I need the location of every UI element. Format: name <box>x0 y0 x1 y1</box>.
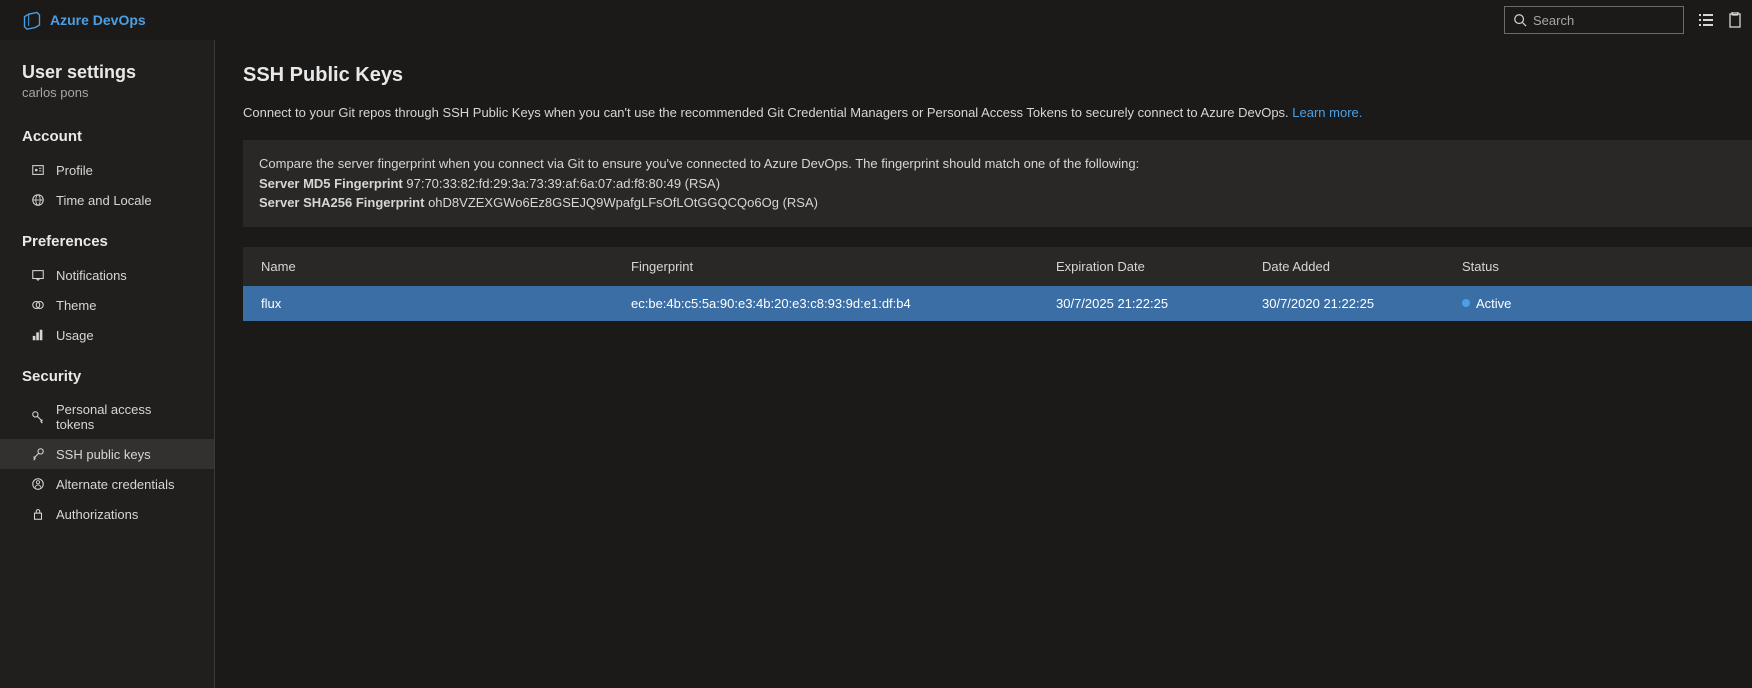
profile-icon <box>30 162 46 178</box>
sidebar-item-label: Notifications <box>56 268 127 283</box>
lock-icon <box>30 506 46 522</box>
md5-line: Server MD5 Fingerprint 97:70:33:82:fd:29… <box>259 174 1736 194</box>
status-dot-icon <box>1462 299 1470 307</box>
search-input[interactable] <box>1533 13 1709 28</box>
sidebar-item-ssh[interactable]: SSH public keys <box>0 439 214 469</box>
azure-devops-logo-icon <box>22 10 42 30</box>
th-status[interactable]: Status <box>1462 259 1734 274</box>
header-right <box>1504 6 1742 34</box>
sidebar-item-label: Personal access tokens <box>56 402 184 432</box>
sidebar-item-label: Alternate credentials <box>56 477 175 492</box>
sidebar-item-alt-creds[interactable]: Alternate credentials <box>0 469 214 499</box>
brand-name[interactable]: Azure DevOps <box>50 12 146 28</box>
sidebar-item-authorizations[interactable]: Authorizations <box>0 499 214 529</box>
list-icon[interactable] <box>1698 12 1714 28</box>
fingerprint-box: Compare the server fingerprint when you … <box>243 140 1752 227</box>
description: Connect to your Git repos through SSH Pu… <box>243 105 1752 120</box>
sidebar-item-label: Profile <box>56 163 93 178</box>
section-label-security: Security <box>0 368 214 385</box>
sidebar-username: carlos pons <box>0 85 214 100</box>
header-left: Azure DevOps <box>22 10 146 30</box>
sidebar-title: User settings <box>0 62 214 83</box>
top-header: Azure DevOps <box>0 0 1752 40</box>
th-expiration[interactable]: Expiration Date <box>1056 259 1262 274</box>
sidebar-item-label: Time and Locale <box>56 193 152 208</box>
md5-value: 97:70:33:82:fd:29:3a:73:39:af:6a:07:ad:f… <box>403 176 720 191</box>
sidebar-item-label: SSH public keys <box>56 447 151 462</box>
page-title: SSH Public Keys <box>243 64 1752 87</box>
th-name[interactable]: Name <box>261 259 631 274</box>
learn-more-link[interactable]: Learn more. <box>1292 105 1362 120</box>
td-added: 30/7/2020 21:22:25 <box>1262 296 1462 311</box>
sidebar-item-label: Authorizations <box>56 507 138 522</box>
sha256-label: Server SHA256 Fingerprint <box>259 195 424 210</box>
search-box[interactable] <box>1504 6 1684 34</box>
sha256-line: Server SHA256 Fingerprint ohD8VZEXGWo6Ez… <box>259 193 1736 213</box>
description-text: Connect to your Git repos through SSH Pu… <box>243 105 1292 120</box>
table-header: Name Fingerprint Expiration Date Date Ad… <box>243 247 1752 286</box>
th-fingerprint[interactable]: Fingerprint <box>631 259 1056 274</box>
key-icon <box>30 409 46 425</box>
md5-label: Server MD5 Fingerprint <box>259 176 403 191</box>
status-text: Active <box>1476 296 1511 311</box>
td-status: Active <box>1462 296 1734 311</box>
globe-icon <box>30 192 46 208</box>
td-name: flux <box>261 296 631 311</box>
sidebar-item-pat[interactable]: Personal access tokens <box>0 395 214 439</box>
th-added[interactable]: Date Added <box>1262 259 1462 274</box>
theme-icon <box>30 297 46 313</box>
usage-icon <box>30 327 46 343</box>
sidebar: User settings carlos pons Account Profil… <box>0 40 215 688</box>
sidebar-item-profile[interactable]: Profile <box>0 155 214 185</box>
td-expiration: 30/7/2025 21:22:25 <box>1056 296 1262 311</box>
td-fingerprint: ec:be:4b:c5:5a:90:e3:4b:20:e3:c8:93:9d:e… <box>631 296 1056 311</box>
sidebar-item-notifications[interactable]: Notifications <box>0 260 214 290</box>
ssh-keys-table: Name Fingerprint Expiration Date Date Ad… <box>243 247 1752 321</box>
sidebar-item-theme[interactable]: Theme <box>0 290 214 320</box>
content-area: SSH Public Keys Connect to your Git repo… <box>215 40 1752 688</box>
section-label-preferences: Preferences <box>0 233 214 250</box>
credentials-icon <box>30 476 46 492</box>
sidebar-item-label: Theme <box>56 298 96 313</box>
table-row[interactable]: flux ec:be:4b:c5:5a:90:e3:4b:20:e3:c8:93… <box>243 286 1752 321</box>
sidebar-item-time-locale[interactable]: Time and Locale <box>0 185 214 215</box>
main-container: User settings carlos pons Account Profil… <box>0 40 1752 688</box>
clipboard-icon[interactable] <box>1728 12 1742 28</box>
sha256-value: ohD8VZEXGWo6Ez8GSEJQ9WpafgLFsOfLOtGGQCQo… <box>424 195 818 210</box>
search-icon <box>1513 13 1527 27</box>
sidebar-item-usage[interactable]: Usage <box>0 320 214 350</box>
sidebar-item-label: Usage <box>56 328 94 343</box>
ssh-key-icon <box>30 446 46 462</box>
fingerprint-intro: Compare the server fingerprint when you … <box>259 154 1736 174</box>
notifications-icon <box>30 267 46 283</box>
section-label-account: Account <box>0 128 214 145</box>
